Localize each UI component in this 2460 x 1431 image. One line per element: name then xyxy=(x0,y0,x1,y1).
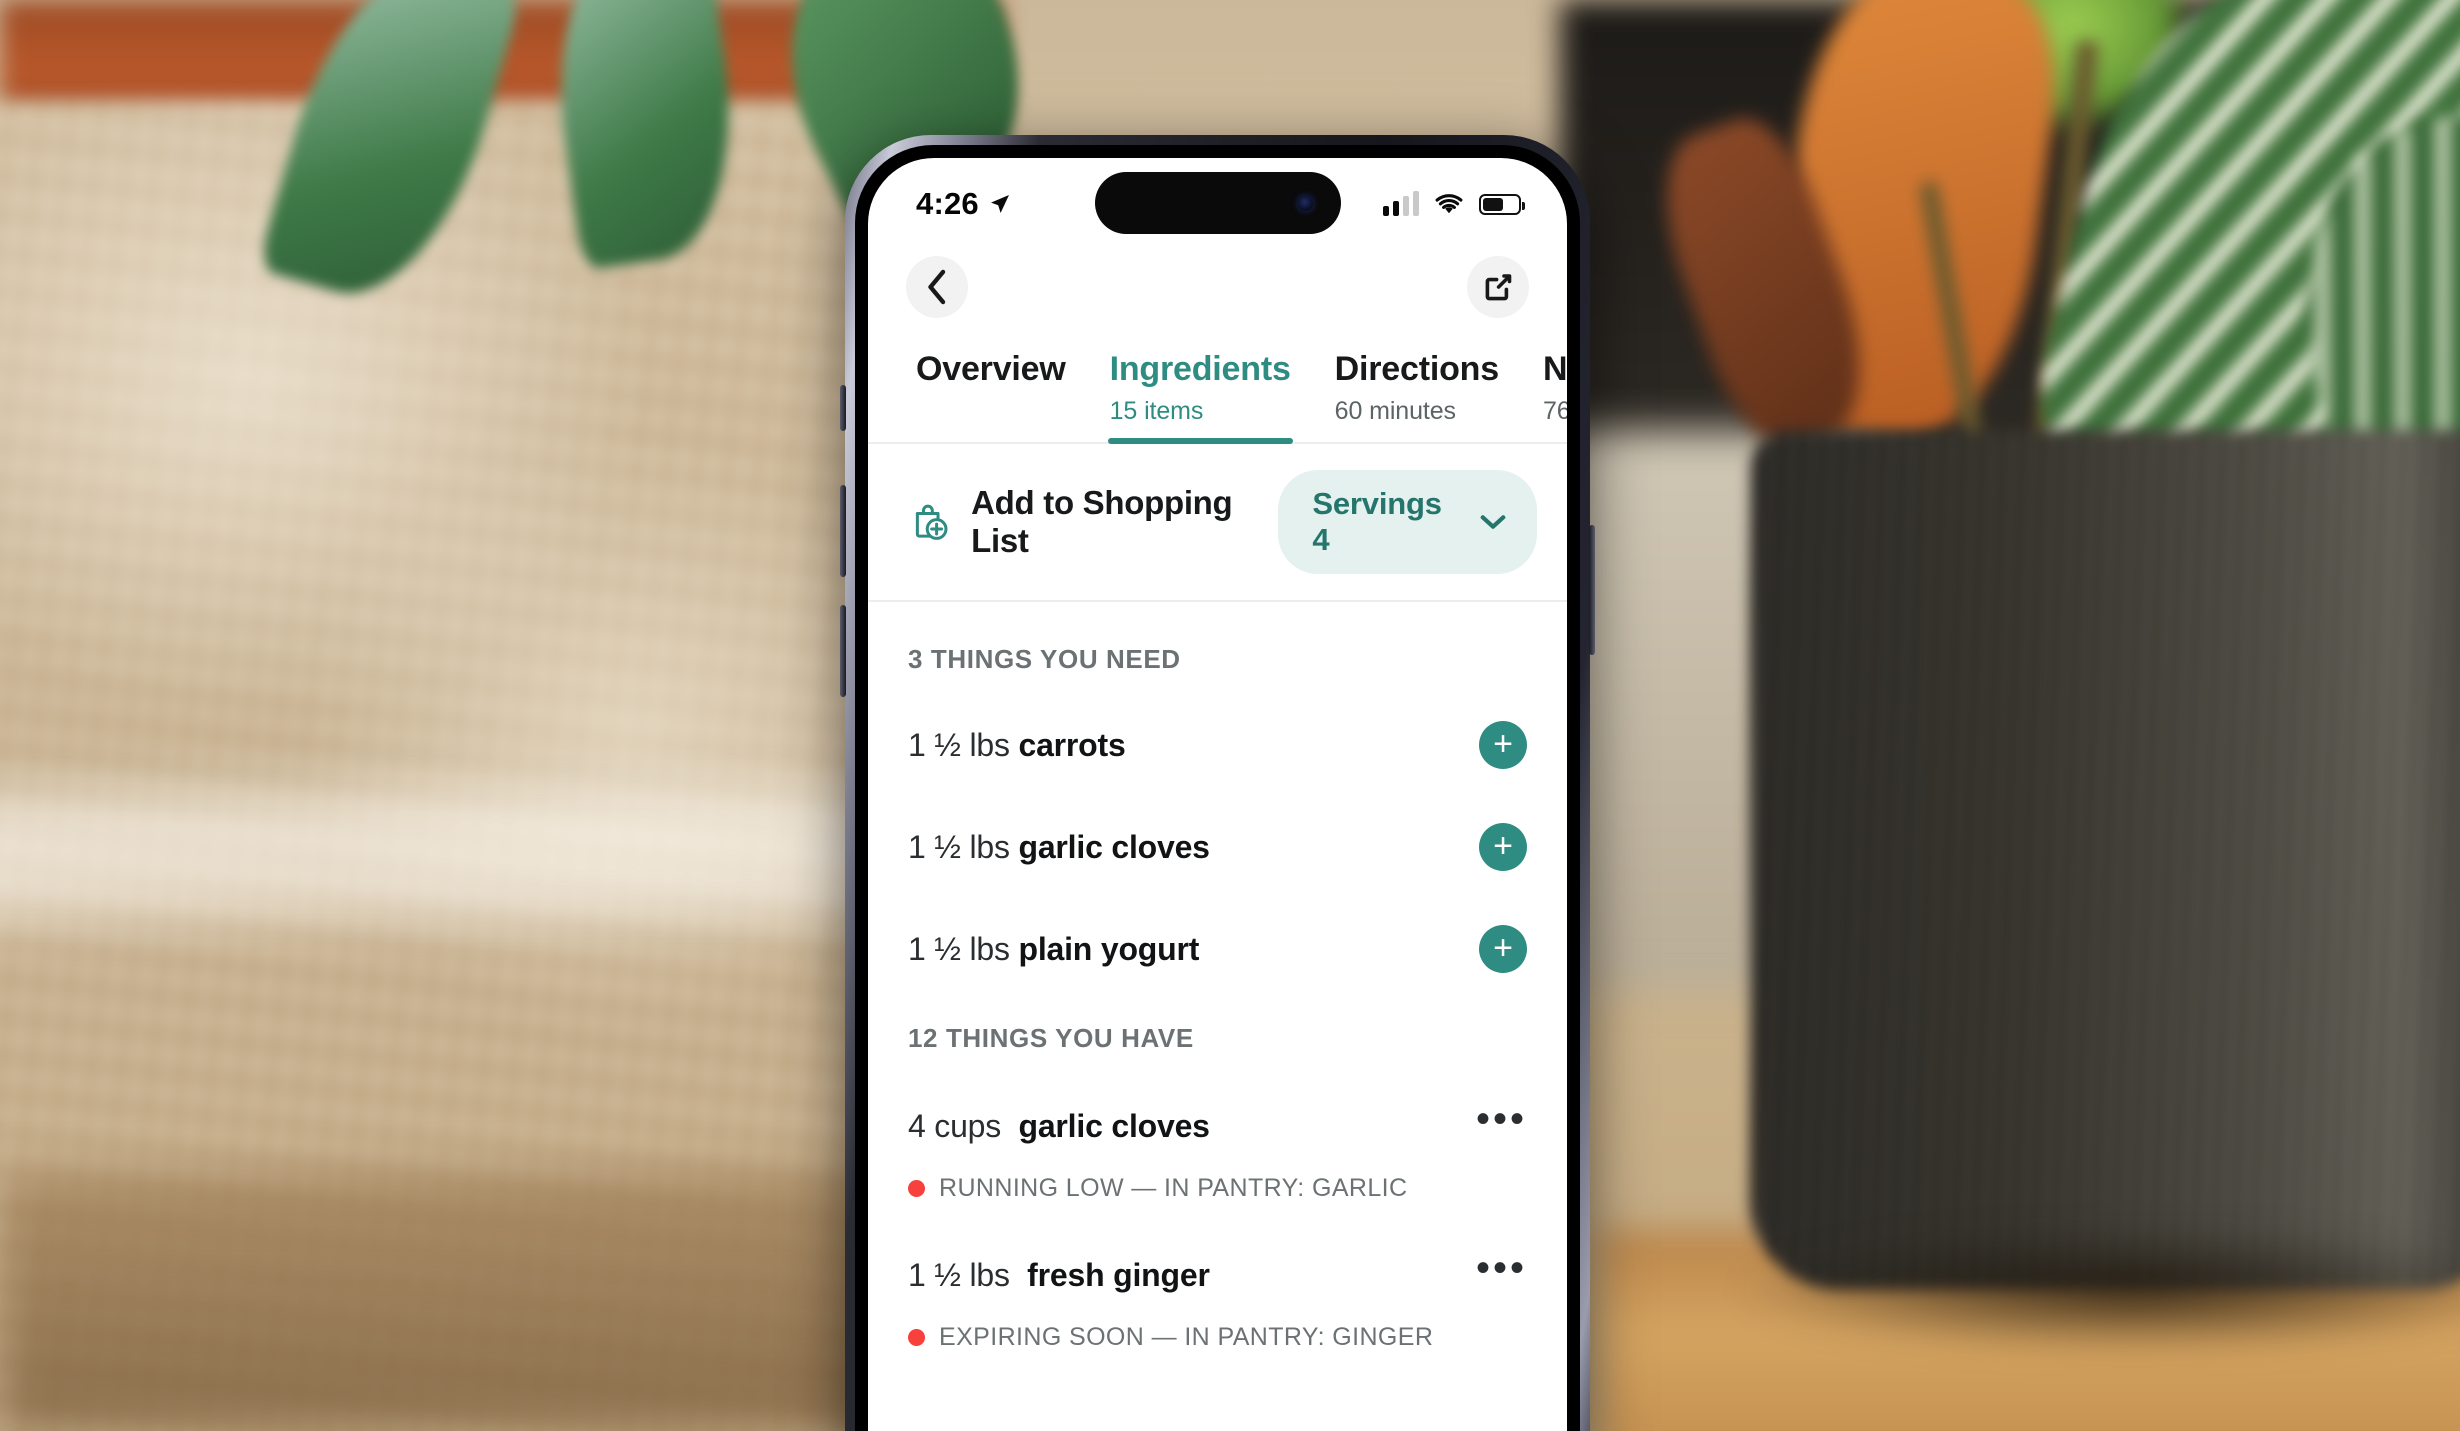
tab-nutrition[interactable]: Nutrition 760 calories xyxy=(1521,350,1567,442)
tab-sublabel: 760 calories xyxy=(1542,397,1567,425)
ingredient-quantity: 4 cups xyxy=(908,1107,1002,1144)
basket-white-band xyxy=(0,760,900,950)
mute-switch[interactable] xyxy=(840,385,846,431)
add-to-shopping-list-button[interactable]: Add to Shopping List xyxy=(908,484,1278,560)
clock-label: 4:26 xyxy=(916,186,979,221)
recipe-tabs: Overview Ingredients 15 items Directions… xyxy=(868,332,1567,444)
servings-label: Servings 4 xyxy=(1312,486,1442,557)
list-item[interactable]: 1 ½ lbs garlic cloves + xyxy=(868,815,1567,879)
ingredient-quantity: 1 ½ lbs xyxy=(908,726,1010,763)
ingredient-text: 1 ½ lbs carrots xyxy=(908,727,1126,764)
shopping-bag-plus-icon xyxy=(915,504,948,540)
ingredient-name: garlic cloves xyxy=(1018,1107,1210,1144)
phone-screen: 4:26 Overview Ingredients 15 items Direc… xyxy=(868,158,1567,1431)
navigation-bar xyxy=(868,236,1567,332)
ingredient-text: 1 ½ lbs plain yogurt xyxy=(908,931,1199,968)
back-button[interactable] xyxy=(906,256,968,318)
chevron-left-icon xyxy=(928,269,946,305)
status-dot-icon xyxy=(908,1180,925,1197)
status-bar-left: 4:26 xyxy=(916,186,1012,222)
section-header-have: 12 THINGS YOU HAVE xyxy=(908,1023,1194,1053)
tab-label: Ingredients xyxy=(1109,350,1291,388)
ingredient-name: garlic cloves xyxy=(1018,828,1210,865)
ingredients-action-bar: Add to Shopping List Servings 4 xyxy=(868,444,1567,602)
smartphone-device: 4:26 Overview Ingredients 15 items Direc… xyxy=(840,135,1595,1431)
add-to-shopping-list-label: Add to Shopping List xyxy=(971,484,1233,559)
wifi-icon xyxy=(1435,194,1463,214)
status-label: EXPIRING SOON — IN PANTRY: GINGER xyxy=(939,1323,1434,1351)
add-ingredient-button[interactable]: + xyxy=(1479,823,1527,871)
tab-sublabel: 15 items xyxy=(1109,397,1204,425)
list-item[interactable]: 1 ½ lbs carrots + xyxy=(868,713,1567,777)
tab-overview[interactable]: Overview xyxy=(894,350,1088,405)
tab-ingredients[interactable]: Ingredients 15 items xyxy=(1088,350,1313,444)
volume-down-button[interactable] xyxy=(840,605,846,697)
ribbed-planter xyxy=(1750,430,2460,1290)
tab-directions[interactable]: Directions 60 minutes xyxy=(1313,350,1521,442)
ingredient-quantity: 1 ½ lbs xyxy=(908,828,1010,865)
status-bar: 4:26 xyxy=(868,158,1567,236)
location-arrow-icon xyxy=(990,195,1009,213)
chevron-down-icon xyxy=(1480,515,1506,529)
ingredient-name: plain yogurt xyxy=(1018,930,1200,967)
list-item[interactable]: 4 cups garlic cloves ••• xyxy=(868,1094,1567,1158)
servings-selector[interactable]: Servings 4 xyxy=(1278,470,1537,574)
tab-sublabel: 60 minutes xyxy=(1334,397,1456,425)
battery-icon xyxy=(1479,193,1525,215)
ingredient-name: carrots xyxy=(1018,726,1126,763)
volume-up-button[interactable] xyxy=(840,485,846,577)
ingredient-quantity: 1 ½ lbs xyxy=(908,930,1010,967)
tab-label: Nutrition xyxy=(1542,350,1567,388)
power-button[interactable] xyxy=(1589,525,1595,655)
tab-label: Overview xyxy=(916,350,1066,388)
ingredients-list: 3 THINGS YOU NEED 1 ½ lbs carrots + 1 ½ … xyxy=(868,602,1567,1352)
planter-shadow xyxy=(1740,1230,2460,1350)
add-ingredient-button[interactable]: + xyxy=(1479,721,1527,769)
front-camera-icon xyxy=(1297,195,1313,211)
ingredient-status: EXPIRING SOON — IN PANTRY: GINGER xyxy=(868,1307,1567,1352)
status-label: RUNNING LOW — IN PANTRY: GARLIC xyxy=(939,1174,1408,1202)
share-button[interactable] xyxy=(1467,256,1529,318)
plus-icon: + xyxy=(1493,826,1513,865)
section-header-need: 3 THINGS YOU NEED xyxy=(908,644,1181,674)
plus-icon: + xyxy=(1493,724,1513,763)
status-bar-right xyxy=(1383,191,1525,216)
dynamic-island xyxy=(1094,172,1341,234)
tab-label: Directions xyxy=(1334,350,1499,388)
status-dot-icon xyxy=(908,1329,925,1346)
external-link-icon xyxy=(1485,274,1512,301)
more-options-button[interactable]: ••• xyxy=(1476,1248,1527,1292)
ingredient-status: RUNNING LOW — IN PANTRY: GARLIC xyxy=(868,1158,1567,1203)
add-ingredient-button[interactable]: + xyxy=(1479,925,1527,973)
cellular-signal-icon xyxy=(1383,191,1419,216)
ingredient-name: fresh ginger xyxy=(1027,1256,1210,1293)
more-options-button[interactable]: ••• xyxy=(1476,1099,1527,1143)
list-item[interactable]: 1 ½ lbs plain yogurt + xyxy=(868,917,1567,981)
ingredient-text: 4 cups garlic cloves xyxy=(908,1108,1210,1145)
ingredient-quantity: 1 ½ lbs xyxy=(908,1256,1010,1293)
list-item[interactable]: 1 ½ lbs fresh ginger ••• xyxy=(868,1243,1567,1307)
ingredient-text: 1 ½ lbs fresh ginger xyxy=(908,1257,1210,1294)
plus-icon: + xyxy=(1493,928,1513,967)
ingredient-text: 1 ½ lbs garlic cloves xyxy=(908,829,1210,866)
